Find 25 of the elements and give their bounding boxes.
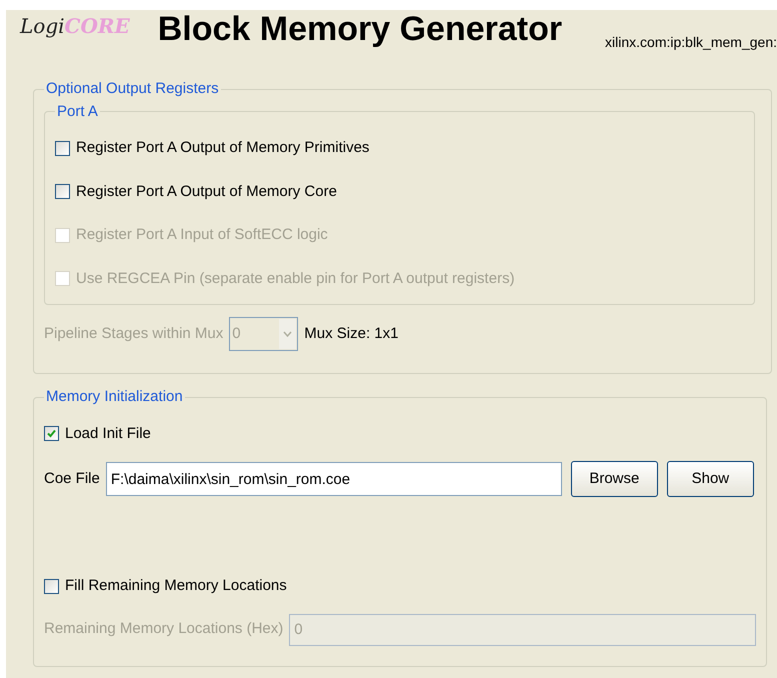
- checkbox-label: Register Port A Output of Memory Core: [76, 182, 337, 202]
- field-label: Remaining Memory Locations (Hex): [44, 619, 284, 640]
- checkmark-icon: [46, 428, 57, 440]
- checkbox-label: Load Init File: [65, 424, 151, 444]
- group-title: Port A: [56, 102, 99, 122]
- logo: LogiCORE: [20, 16, 130, 36]
- checkbox-label: Register Port A Input of SoftECC logic: [76, 225, 328, 245]
- checkbox[interactable]: [44, 578, 59, 594]
- show-button[interactable]: Show: [666, 461, 754, 497]
- group-title: Optional Output Registers: [45, 79, 220, 99]
- checkbox[interactable]: [44, 426, 59, 442]
- file-path-field[interactable]: F:\daima\xilinx\sin_rom\sin_rom.coe: [106, 462, 562, 496]
- checkbox-label: Fill Remaining Memory Locations: [65, 576, 287, 596]
- chevron-down-icon: [279, 319, 296, 349]
- checkbox-label: Register Port A Output of Memory Primitives: [76, 138, 370, 158]
- mux-size-label: Mux Size: 1x1: [304, 324, 398, 344]
- browse-button[interactable]: Browse: [570, 461, 658, 497]
- checkbox[interactable]: [55, 140, 70, 156]
- field-label: Coe File: [44, 468, 100, 489]
- group-title: Memory Initialization: [45, 387, 184, 407]
- field-label: Pipeline Stages within Mux: [44, 324, 224, 344]
- ip-version: xilinx.com:ip:blk_mem_gen:: [605, 33, 777, 52]
- window-title: Block Memory Generator: [158, 12, 562, 46]
- checkbox-label: Use REGCEA Pin (separate enable pin for Port A output registers): [76, 268, 515, 288]
- checkbox[interactable]: [55, 184, 70, 200]
